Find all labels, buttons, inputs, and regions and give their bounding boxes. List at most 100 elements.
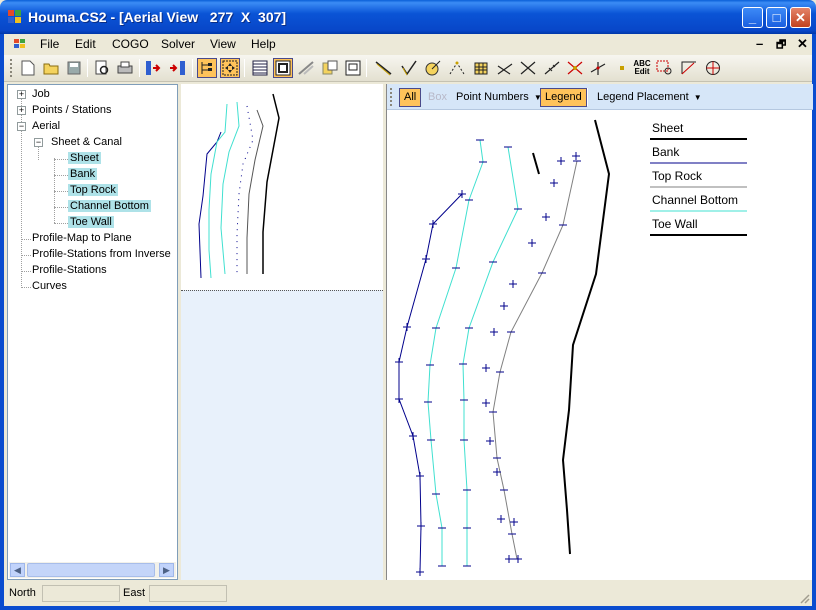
tree-horizontal-scrollbar[interactable]: ◀ ▶ — [9, 562, 176, 578]
tree-item-aerial[interactable]: Aerial — [32, 120, 60, 132]
tree-item-channel-bottom[interactable]: Channel Bottom — [68, 200, 151, 212]
tree-line — [21, 287, 31, 288]
tree-line — [54, 223, 68, 224]
aerial-icon[interactable] — [273, 58, 293, 78]
plan-icon[interactable] — [320, 58, 340, 78]
scroll-right-icon[interactable]: ▶ — [159, 563, 174, 577]
toolbar-grip[interactable] — [390, 88, 393, 106]
legend-placement-dropdown[interactable]: Legend Placement ▼ — [593, 88, 706, 107]
edit-text-icon[interactable]: ABC Edit — [632, 58, 652, 78]
profile-icon[interactable] — [296, 58, 316, 78]
main-toolbar: ABC Edit — [4, 55, 812, 82]
legend-button[interactable]: Legend — [540, 88, 587, 107]
legend-label-top-rock: Top Rock — [652, 169, 703, 183]
window-icon[interactable] — [343, 58, 363, 78]
toolbar-grip[interactable] — [10, 59, 13, 77]
tree-view-icon[interactable] — [197, 58, 217, 78]
mdi-restore-button[interactable]: 🗗 — [776, 36, 786, 55]
all-button[interactable]: All — [399, 88, 422, 107]
extents-icon[interactable] — [220, 58, 240, 78]
collapse-aerial-button[interactable]: − — [17, 122, 26, 131]
expand-points-button[interactable]: + — [17, 106, 26, 115]
aerial-drawing[interactable] — [387, 110, 813, 580]
overview-map[interactable] — [181, 84, 383, 290]
point-numbers-dropdown[interactable]: Point Numbers ▼ — [452, 88, 546, 107]
toolbar-separator — [139, 59, 140, 77]
tree-item-toe-wall[interactable]: Toe Wall — [68, 216, 114, 228]
scroll-thumb[interactable] — [27, 563, 155, 577]
chevron-down-icon: ▼ — [693, 93, 702, 102]
perpendicular-icon[interactable] — [588, 58, 608, 78]
grid-point-icon[interactable] — [471, 58, 491, 78]
tree-line — [54, 159, 68, 160]
menu-bar: File Edit COGO Solver View Help – 🗗 ✕ — [4, 34, 812, 55]
save-icon[interactable] — [64, 58, 84, 78]
north-label: North — [9, 587, 36, 599]
status-bar: North East — [4, 582, 812, 606]
tree-item-job[interactable]: Job — [32, 88, 50, 100]
tree-item-bank[interactable]: Bank — [68, 168, 98, 180]
window-frame-bottom — [0, 606, 816, 610]
sheet-line — [561, 119, 611, 555]
expand-job-button[interactable]: + — [17, 90, 26, 99]
points-icon[interactable] — [447, 58, 467, 78]
toolbar-separator — [192, 59, 193, 77]
mdi-close-button[interactable]: ✕ — [797, 36, 808, 52]
menu-view[interactable]: View — [210, 37, 236, 51]
dot-icon[interactable] — [612, 58, 632, 78]
zoom-window-icon[interactable] — [655, 58, 675, 78]
resize-grip-icon[interactable] — [798, 592, 810, 604]
legend-placement-label: Legend Placement — [597, 91, 689, 103]
compass-icon[interactable] — [423, 58, 443, 78]
tree-item-top-rock[interactable]: Top Rock — [68, 184, 118, 196]
scroll-left-icon[interactable]: ◀ — [10, 563, 25, 577]
maximize-button[interactable]: □ — [766, 7, 787, 28]
tree-item-curves[interactable]: Curves — [32, 280, 67, 292]
legend-label-sheet: Sheet — [652, 121, 684, 135]
tree-item-profile-map-to-plane[interactable]: Profile-Map to Plane — [32, 232, 132, 244]
menu-edit[interactable]: Edit — [75, 37, 96, 51]
print-preview-icon[interactable] — [92, 58, 112, 78]
import-icon[interactable] — [144, 58, 164, 78]
child-window-icon[interactable] — [14, 39, 26, 49]
tree-line — [54, 175, 68, 176]
overview-splitter[interactable] — [181, 290, 383, 292]
export-icon[interactable] — [168, 58, 188, 78]
menu-solver[interactable]: Solver — [161, 37, 195, 51]
tree-line — [21, 271, 31, 272]
line-icon[interactable] — [374, 58, 394, 78]
sheet-line-upper — [532, 152, 540, 175]
maximize-icon: □ — [772, 10, 781, 25]
point-numbers-label: Point Numbers — [456, 91, 529, 103]
legend-label-channel-bottom: Channel Bottom — [652, 193, 739, 207]
cross-icon[interactable] — [518, 58, 538, 78]
open-icon[interactable] — [41, 58, 61, 78]
grid-icon[interactable] — [250, 58, 270, 78]
check-icon[interactable] — [399, 58, 419, 78]
toolbar-separator — [587, 88, 588, 106]
menu-cogo[interactable]: COGO — [112, 37, 149, 51]
app-icon[interactable] — [8, 10, 22, 24]
minimize-button[interactable]: _ — [742, 7, 763, 28]
circle-icon[interactable] — [703, 58, 723, 78]
print-icon[interactable] — [115, 58, 135, 78]
tree-item-sheet-canal[interactable]: Sheet & Canal — [51, 136, 122, 148]
tree-item-sheet[interactable]: Sheet — [68, 152, 101, 164]
angle-icon[interactable] — [495, 58, 515, 78]
toolbar-separator — [366, 59, 367, 77]
box-button[interactable]: Box — [424, 88, 451, 107]
tree-item-profile-stations[interactable]: Profile-Stations — [32, 264, 107, 276]
mdi-minimize-button[interactable]: – — [756, 36, 763, 51]
new-icon[interactable] — [18, 58, 38, 78]
menu-help[interactable]: Help — [251, 37, 276, 51]
tree-item-points-stations[interactable]: Points / Stations — [32, 104, 112, 116]
menu-file[interactable]: File — [40, 37, 59, 51]
arc-icon[interactable] — [679, 58, 699, 78]
collapse-sheet-canal-button[interactable]: − — [34, 138, 43, 147]
measure-icon[interactable] — [542, 58, 562, 78]
tree-item-profile-stations-inverse[interactable]: Profile-Stations from Inverse — [32, 248, 171, 260]
toolbar-separator — [244, 59, 245, 77]
intersect-icon[interactable] — [565, 58, 585, 78]
aerial-view: All Box Point Numbers ▼ Legend Legend Pl… — [386, 84, 813, 580]
close-button[interactable]: ✕ — [790, 7, 811, 28]
